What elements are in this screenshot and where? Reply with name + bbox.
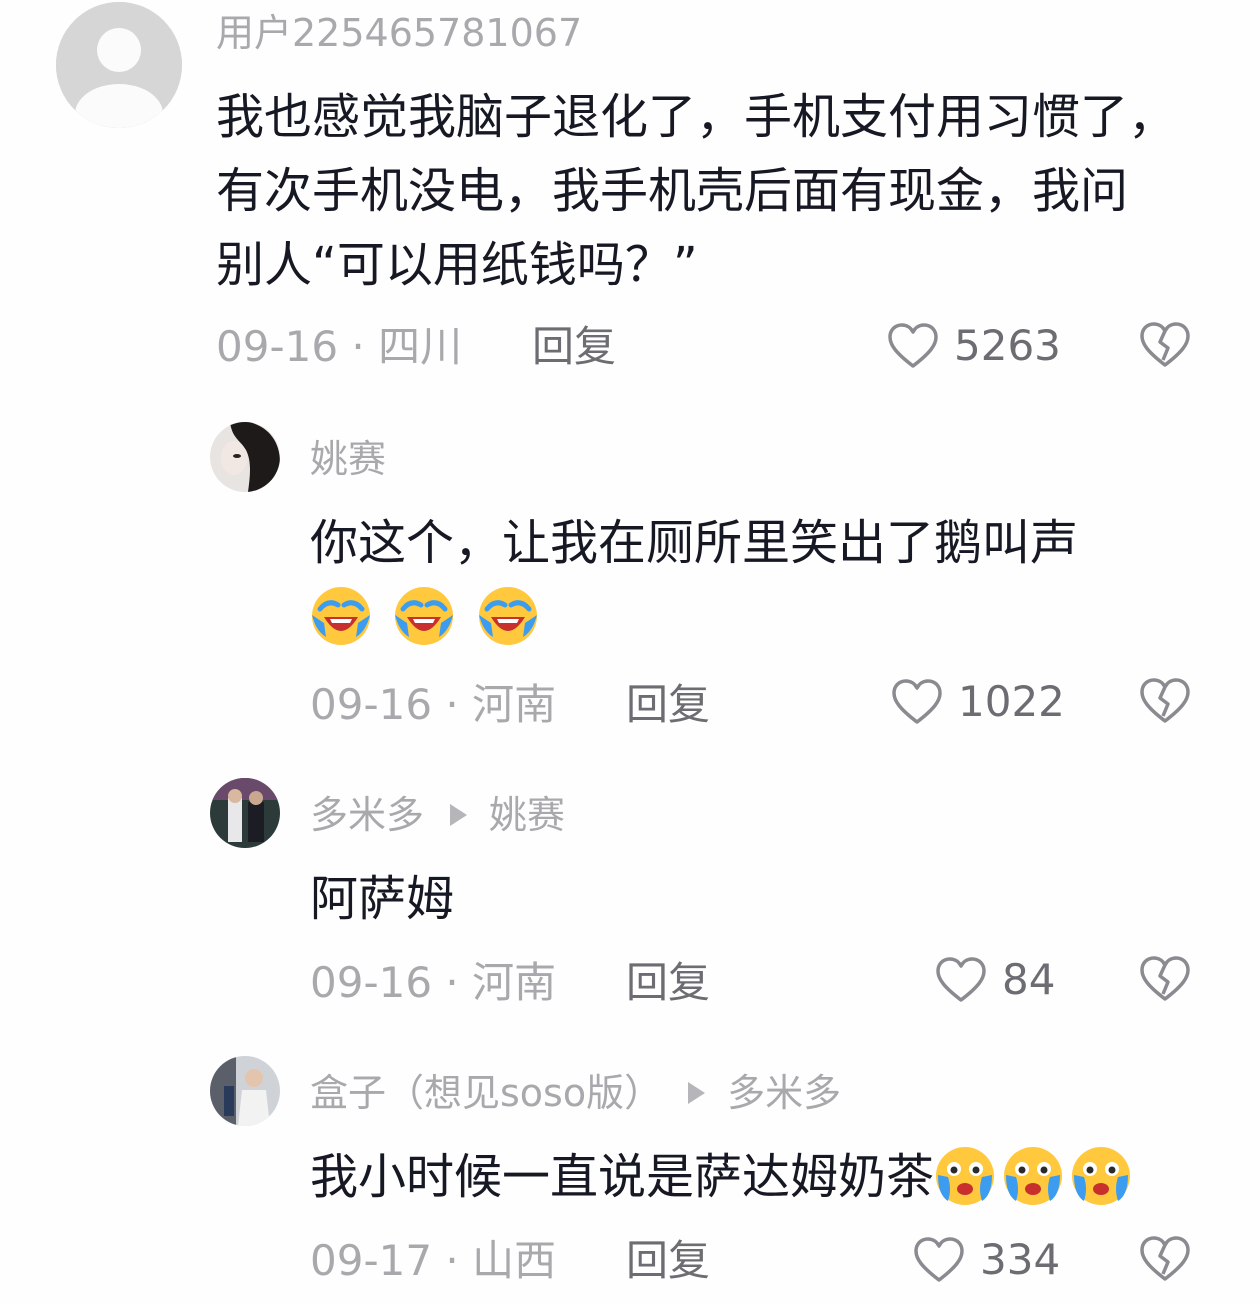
broken-heart-icon: [1140, 678, 1190, 723]
comment-username[interactable]: 用户225465781067: [216, 14, 582, 52]
comment-text: 我小时候一直说是萨达姆奶茶: [310, 1140, 1138, 1214]
broken-heart-icon: [1140, 956, 1190, 1001]
comment-text: 我也感觉我脑子退化了，手机支付用习惯了， 有次手机没电，我手机壳后面有现金，我问…: [216, 80, 1226, 302]
reply-button[interactable]: 回复: [626, 1240, 710, 1282]
comment-username-row: 盒子（想见soso版） 多米多: [310, 1074, 841, 1112]
heart-outline-icon: [892, 679, 942, 724]
broken-heart-icon: [1140, 1236, 1190, 1281]
play-triangle-icon: [688, 1081, 706, 1104]
reply-to-username[interactable]: 多米多: [727, 1071, 841, 1115]
avatar-default[interactable]: [56, 2, 182, 128]
emoji-row: [310, 580, 1210, 654]
laugh-cry-emoji-icon: [310, 585, 372, 647]
comment-date-location: 09-16 · 河南: [310, 958, 557, 1007]
user-photo-icon: [210, 1056, 280, 1126]
crying-face-emoji-icon: [934, 1145, 996, 1207]
laugh-cry-emoji-icon: [393, 585, 455, 647]
dislike-button[interactable]: [1138, 1234, 1192, 1284]
broken-heart-icon: [1140, 322, 1190, 367]
comment-username[interactable]: 多米多: [310, 793, 424, 837]
like-count: 1022: [958, 677, 1065, 726]
dislike-button[interactable]: [1138, 954, 1192, 1004]
heart-outline-icon: [936, 957, 986, 1002]
comment-text: 你这个，让我在厕所里笑出了鹅叫声: [310, 506, 1210, 654]
like-button[interactable]: 1022: [890, 674, 1065, 730]
comment-date-location: 09-16 · 河南: [310, 680, 557, 729]
dislike-button[interactable]: [1138, 676, 1192, 726]
dislike-button[interactable]: [1138, 320, 1192, 370]
user-photo-icon: [210, 422, 280, 492]
reply-to-username[interactable]: 姚赛: [489, 793, 565, 837]
avatar-yaosai[interactable]: [210, 422, 280, 492]
comment-username[interactable]: 盒子（想见soso版）: [310, 1071, 662, 1115]
like-button[interactable]: 334: [912, 1232, 1060, 1288]
like-button[interactable]: 5263: [886, 318, 1061, 374]
reply-button[interactable]: 回复: [532, 326, 616, 368]
default-user-icon: [56, 2, 182, 128]
reply-button[interactable]: 回复: [626, 684, 710, 726]
laugh-cry-emoji-icon: [477, 585, 539, 647]
comment-text: 阿萨姆: [310, 871, 455, 927]
avatar-hezi[interactable]: [210, 1056, 280, 1126]
comment-date-location: 09-17 · 山西: [310, 1236, 557, 1285]
comment-date-location: 09-16 · 四川: [216, 322, 463, 371]
comment-username[interactable]: 姚赛: [310, 440, 386, 478]
heart-outline-icon: [914, 1237, 964, 1282]
comment-text-line: 有次手机没电，我手机壳后面有现金，我问: [216, 163, 1129, 219]
reply-button[interactable]: 回复: [626, 962, 710, 1004]
crying-face-emoji-icon: [1070, 1145, 1132, 1207]
comment-text-content: 我小时候一直说是萨达姆奶茶: [310, 1149, 935, 1205]
like-count: 84: [1002, 955, 1056, 1004]
user-photo-icon: [210, 778, 280, 848]
avatar-duomiduo[interactable]: [210, 778, 280, 848]
comment-text-line: 你这个，让我在厕所里笑出了鹅叫声: [310, 515, 1079, 571]
crying-face-emoji-icon: [1002, 1145, 1064, 1207]
comment-text-line: 我也感觉我脑子退化了，手机支付用习惯了，: [216, 89, 1177, 145]
like-button[interactable]: 84: [934, 952, 1055, 1008]
comment-text-line: 别人“可以用纸钱吗？”: [216, 237, 698, 293]
comment-username-row: 多米多 姚赛: [310, 796, 565, 834]
play-triangle-icon: [450, 803, 468, 826]
like-count: 334: [980, 1235, 1061, 1284]
heart-outline-icon: [888, 323, 938, 368]
like-count: 5263: [954, 321, 1061, 370]
